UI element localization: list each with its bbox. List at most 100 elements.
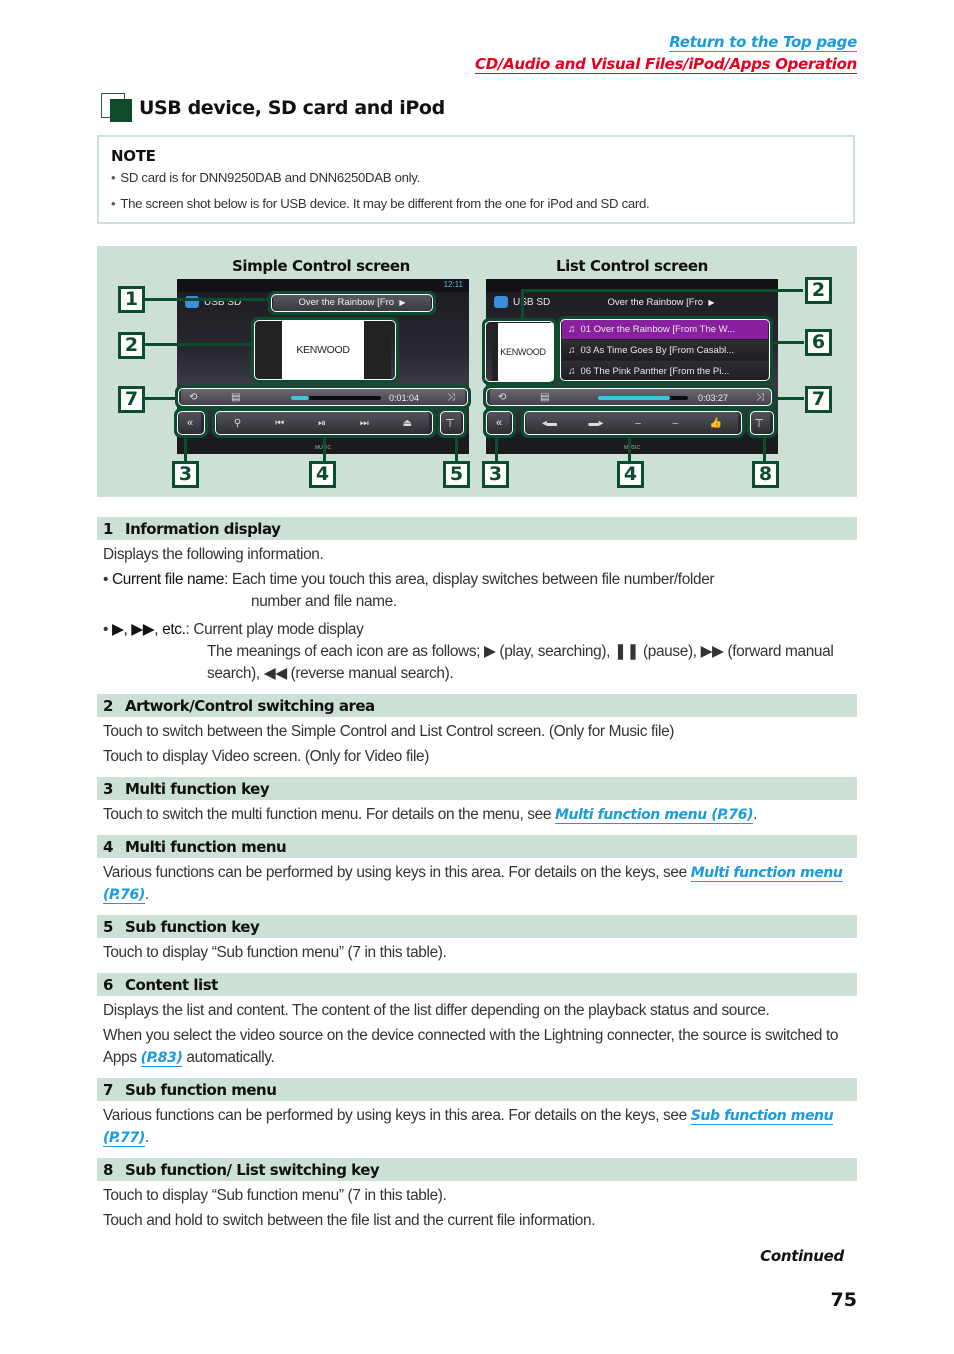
item-number: 2 xyxy=(103,696,113,715)
table-row-body: Displays the list and content. The conte… xyxy=(97,996,857,1078)
bullet-item: • Current file name: Each time you touch… xyxy=(103,569,851,591)
highlight-sub-function-menu xyxy=(483,385,775,409)
table-row-body: Touch to display “Sub function menu” (7 … xyxy=(97,938,857,973)
item-text: Various functions can be performed by us… xyxy=(103,862,851,906)
item-title: Information display xyxy=(125,519,281,538)
highlight-multi-function-menu xyxy=(521,408,745,438)
leader-line xyxy=(455,438,458,462)
play-mode-icon: ▶ xyxy=(708,298,715,307)
text-span: . xyxy=(144,886,149,903)
item-text: Touch to display Video screen. (Only for… xyxy=(103,748,429,765)
table-row-header: 2 Artwork/Control switching area xyxy=(97,694,857,717)
item-title: Sub function menu xyxy=(125,1080,277,1099)
callout-3: 3 xyxy=(482,461,509,488)
section-heading: USB device, SD card and iPod xyxy=(101,93,445,123)
highlight-artwork-area xyxy=(482,318,557,385)
leader-line xyxy=(763,438,766,462)
highlight-multi-function-key xyxy=(483,408,516,438)
table-row-header: 6 Content list xyxy=(97,973,857,996)
item-title: Sub function key xyxy=(125,917,260,936)
track-title: Over the Rainbow [Fro xyxy=(607,297,704,308)
item-title: Sub function/ List switching key xyxy=(125,1160,380,1179)
highlight-multi-function-menu xyxy=(212,408,436,438)
bullet-item: • ▶, ▶▶, etc.: Current play mode display xyxy=(103,619,851,641)
item-text: Touch to switch the multi function menu.… xyxy=(103,804,851,826)
table-row-header: 3 Multi function key xyxy=(97,777,857,800)
item-text: Displays the following information. xyxy=(103,546,324,563)
item-number: 4 xyxy=(103,837,113,856)
callout-1: 1 xyxy=(118,286,145,313)
highlight-content-list xyxy=(557,316,773,384)
clock: 12:11 xyxy=(443,280,463,289)
section-link[interactable]: CD/Audio and Visual Files/iPod/Apps Oper… xyxy=(475,55,857,74)
highlight-sub-function-key xyxy=(437,408,467,438)
note-box: NOTE SD card is for DNN9250DAB and DNN62… xyxy=(97,135,855,224)
multi-function-menu-link[interactable]: Multi function menu (P.76) xyxy=(555,807,753,824)
section-square-icon xyxy=(101,93,133,123)
table-row-header: 1 Information display xyxy=(97,517,857,540)
item-number: 5 xyxy=(103,917,113,936)
leader-line xyxy=(521,289,524,319)
callout-4: 4 xyxy=(309,461,336,488)
item-title: Content list xyxy=(125,975,218,994)
item-text: Touch and hold to switch between the fil… xyxy=(103,1212,596,1229)
simple-control-label: Simple Control screen xyxy=(232,257,410,275)
callout-8: 8 xyxy=(752,461,779,488)
callout-7: 7 xyxy=(805,386,832,413)
callout-3: 3 xyxy=(172,461,199,488)
music-label: MUSIC xyxy=(623,445,641,451)
table-row-body: Various functions can be performed by us… xyxy=(97,1101,857,1158)
description-table: 1 Information display Displays the follow… xyxy=(97,517,857,1241)
bullet-continuation: number and file name. xyxy=(251,593,397,610)
leader-line xyxy=(323,438,326,462)
item-text: Various functions can be performed by us… xyxy=(103,1105,851,1149)
page-title: USB device, SD card and iPod xyxy=(139,97,445,119)
table-row-body: Touch to switch between the Simple Contr… xyxy=(97,717,857,777)
callout-6: 6 xyxy=(805,329,832,356)
apps-page-link[interactable]: (P.83) xyxy=(140,1050,183,1067)
item-text: Touch to display “Sub function menu” (7 … xyxy=(103,944,447,961)
screenshot-figure: Simple Control screen List Control scree… xyxy=(97,246,857,497)
table-row-header: 4 Multi function menu xyxy=(97,835,857,858)
bullet-text: : Current play mode display xyxy=(185,621,364,638)
item-text: Touch to display “Sub function menu” (7 … xyxy=(103,1187,447,1204)
text-span: Various functions can be performed by us… xyxy=(103,864,691,881)
note-item: SD card is for DNN9250DAB and DNN6250DAB… xyxy=(111,171,853,185)
callout-4: 4 xyxy=(617,461,644,488)
continued-label: Continued xyxy=(760,1247,844,1265)
note-heading: NOTE xyxy=(111,147,156,165)
item-title: Multi function key xyxy=(125,779,270,798)
table-row-body: Touch to display “Sub function menu” (7 … xyxy=(97,1181,857,1241)
bullet-term: ▶, ▶▶, etc. xyxy=(111,621,186,638)
bullet-text: : Each time you touch this area, display… xyxy=(224,571,715,588)
leader-line xyxy=(145,397,176,400)
highlight-artwork-area xyxy=(251,317,399,383)
highlight-multi-function-key xyxy=(174,408,208,438)
table-row-body: Displays the following information. • Cu… xyxy=(97,540,857,694)
item-text: When you select the video source on the … xyxy=(103,1025,851,1069)
leader-line xyxy=(628,438,631,462)
list-control-label: List Control screen xyxy=(556,257,708,275)
item-title: Multi function menu xyxy=(125,837,287,856)
leader-line xyxy=(145,343,252,346)
table-row-body: Touch to switch the multi function menu.… xyxy=(97,800,857,835)
bullet-continuation: The meanings of each icon are as follows… xyxy=(207,643,834,682)
leader-line xyxy=(521,289,803,292)
information-display[interactable]: Over the Rainbow [Fro ▶ xyxy=(586,294,736,311)
text-span: Touch to switch the multi function menu.… xyxy=(103,806,556,823)
callout-2: 2 xyxy=(118,332,145,359)
source-name: USB SD xyxy=(513,296,551,308)
item-number: 3 xyxy=(103,779,113,798)
item-number: 8 xyxy=(103,1160,113,1179)
item-number: 1 xyxy=(103,519,113,538)
note-item: The screen shot below is for USB device.… xyxy=(111,197,853,211)
highlight-sub-function-menu xyxy=(175,385,471,409)
item-text: Displays the list and content. The conte… xyxy=(103,1002,770,1019)
return-to-top-link[interactable]: Return to the Top page xyxy=(669,33,857,52)
bullet-term: Current file name xyxy=(111,571,225,588)
text-span: . xyxy=(753,806,758,823)
leader-line xyxy=(145,298,269,301)
table-row-header: 5 Sub function key xyxy=(97,915,857,938)
table-row-header: 8 Sub function/ List switching key xyxy=(97,1158,857,1181)
leader-line xyxy=(184,438,187,462)
